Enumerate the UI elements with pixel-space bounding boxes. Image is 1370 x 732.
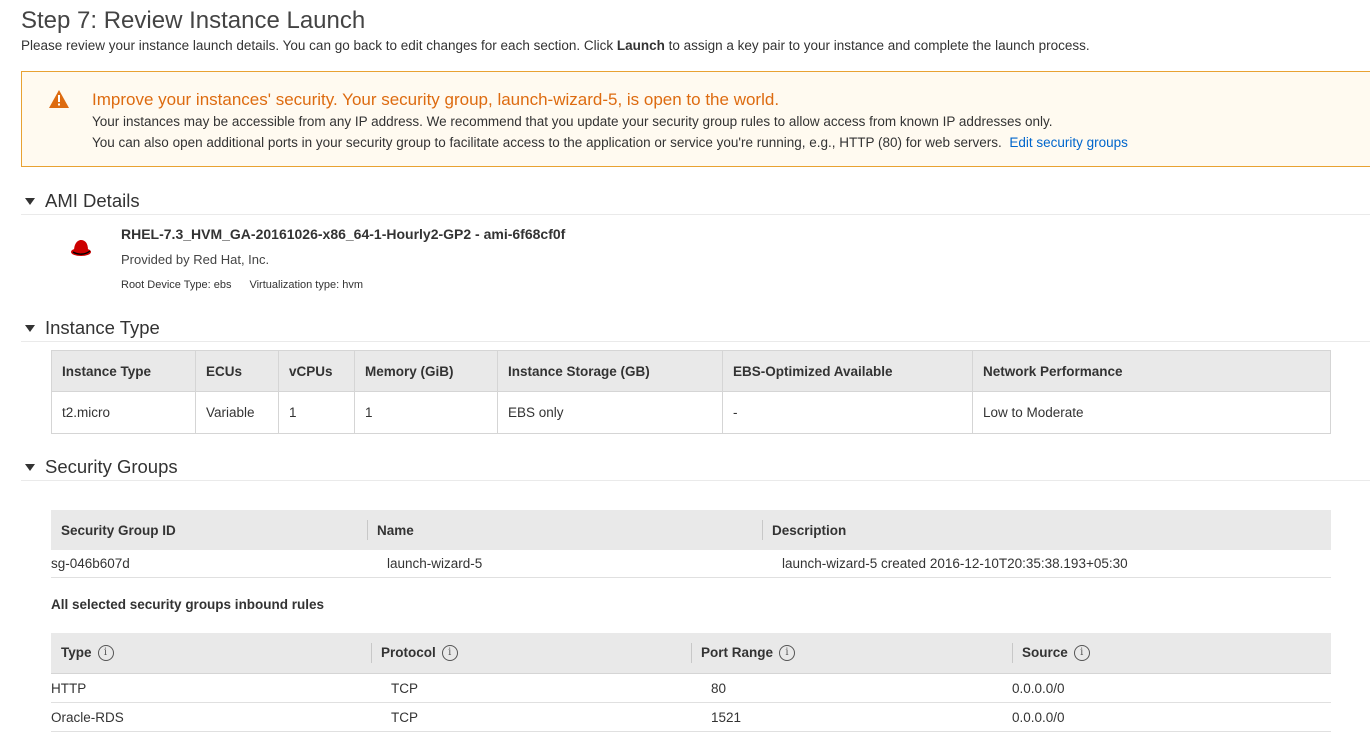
- warning-triangle-icon: [49, 90, 69, 108]
- collapse-caret-icon: [25, 464, 35, 471]
- root-device-type: Root Device Type: ebs: [121, 279, 232, 291]
- table-header-row: Type i Protocol i Port Range i Source i: [51, 633, 1331, 674]
- table-cell: Low to Moderate: [972, 391, 1331, 434]
- edit-security-groups-link[interactable]: Edit security groups: [1009, 135, 1128, 150]
- table-header-row: Instance Type ECUs vCPUs Memory (GiB) In…: [51, 350, 1331, 392]
- table-cell: launch-wizard-5 created 2016-12-10T20:35…: [762, 550, 1331, 578]
- column-header: Source i: [1012, 633, 1331, 674]
- security-groups-heading: Security Groups: [45, 456, 178, 477]
- table-cell: TCP: [371, 702, 691, 732]
- ami-provider: Provided by Red Hat, Inc.: [121, 252, 270, 267]
- table-cell: HTTP: [51, 673, 371, 703]
- collapse-caret-icon: [25, 198, 35, 205]
- table-cell: 1521: [691, 702, 1012, 732]
- table-cell: 0.0.0.0/0: [1012, 702, 1331, 732]
- table-row: sg-046b607d launch-wizard-5 launch-wizar…: [51, 550, 1331, 578]
- instance-type-heading: Instance Type: [45, 317, 160, 338]
- column-header: EBS-Optimized Available: [722, 350, 973, 392]
- table-cell: 1: [278, 391, 355, 434]
- column-header: Network Performance: [972, 350, 1331, 392]
- table-cell: TCP: [371, 673, 691, 703]
- table-cell: 0.0.0.0/0: [1012, 673, 1331, 703]
- ami-details-heading: AMI Details: [45, 190, 140, 211]
- column-header: Security Group ID: [51, 510, 367, 550]
- column-header: Instance Type: [51, 350, 196, 392]
- instance-type-section-toggle[interactable]: Instance Type: [21, 317, 1370, 342]
- ami-meta: Root Device Type: ebs Virtualization type…: [121, 279, 363, 291]
- table-cell: 80: [691, 673, 1012, 703]
- warning-title: Improve your instances' security. Your s…: [92, 90, 780, 109]
- warning-text-line-2: You can also open additional ports in yo…: [92, 135, 1128, 150]
- column-header: Name: [367, 510, 762, 550]
- column-header: Port Range i: [691, 633, 1012, 674]
- table-row: Oracle-RDS TCP 1521 0.0.0.0/0: [51, 702, 1331, 732]
- table-cell: -: [722, 391, 973, 434]
- column-header: Memory (GiB): [354, 350, 498, 392]
- info-icon[interactable]: i: [779, 645, 796, 662]
- table-cell: t2.micro: [51, 391, 196, 434]
- table-row: HTTP TCP 80 0.0.0.0/0: [51, 673, 1331, 703]
- info-icon[interactable]: i: [1073, 645, 1090, 662]
- ami-details-section-toggle[interactable]: AMI Details: [21, 190, 1370, 215]
- table-row: t2.micro Variable 1 1 EBS only - Low to …: [51, 391, 1331, 434]
- table-cell: launch-wizard-5: [367, 550, 762, 578]
- table-cell: Oracle-RDS: [51, 702, 371, 732]
- inbound-rules-table: Type i Protocol i Port Range i Source i HTTP…: [51, 633, 1331, 732]
- page-title: Step 7: Review Instance Launch: [21, 7, 366, 34]
- info-icon[interactable]: i: [97, 645, 114, 662]
- security-groups-section-toggle[interactable]: Security Groups: [21, 456, 1370, 481]
- column-header: vCPUs: [278, 350, 355, 392]
- info-icon[interactable]: i: [441, 645, 458, 662]
- column-header: Protocol i: [371, 633, 691, 674]
- column-header: Instance Storage (GB): [497, 350, 723, 392]
- ami-name: RHEL-7.3_HVM_GA-20161026-x86_64-1-Hourly…: [121, 226, 566, 242]
- column-header: Type i: [51, 633, 371, 674]
- page-subtitle: Please review your instance launch detai…: [21, 38, 1090, 53]
- launch-keyword: Launch: [616, 38, 665, 53]
- table-cell: EBS only: [497, 391, 723, 434]
- warning-text-line-1: Your instances may be accessible from an…: [92, 114, 1053, 129]
- column-header: ECUs: [195, 350, 279, 392]
- security-groups-table: Security Group ID Name Description sg-04…: [51, 510, 1331, 578]
- instance-type-table: Instance Type ECUs vCPUs Memory (GiB) In…: [51, 350, 1331, 434]
- table-header-row: Security Group ID Name Description: [51, 510, 1331, 550]
- column-header: Description: [762, 510, 1331, 550]
- collapse-caret-icon: [25, 325, 35, 332]
- table-cell: sg-046b607d: [51, 550, 367, 578]
- table-cell: 1: [354, 391, 498, 434]
- security-warning-box: Improve your instances' security. Your s…: [21, 71, 1370, 167]
- red-hat-logo-icon: [71, 240, 91, 256]
- virtualization-type: Virtualization type: hvm: [249, 279, 363, 291]
- table-cell: Variable: [195, 391, 279, 434]
- inbound-rules-title: All selected security groups inbound rul…: [51, 597, 325, 612]
